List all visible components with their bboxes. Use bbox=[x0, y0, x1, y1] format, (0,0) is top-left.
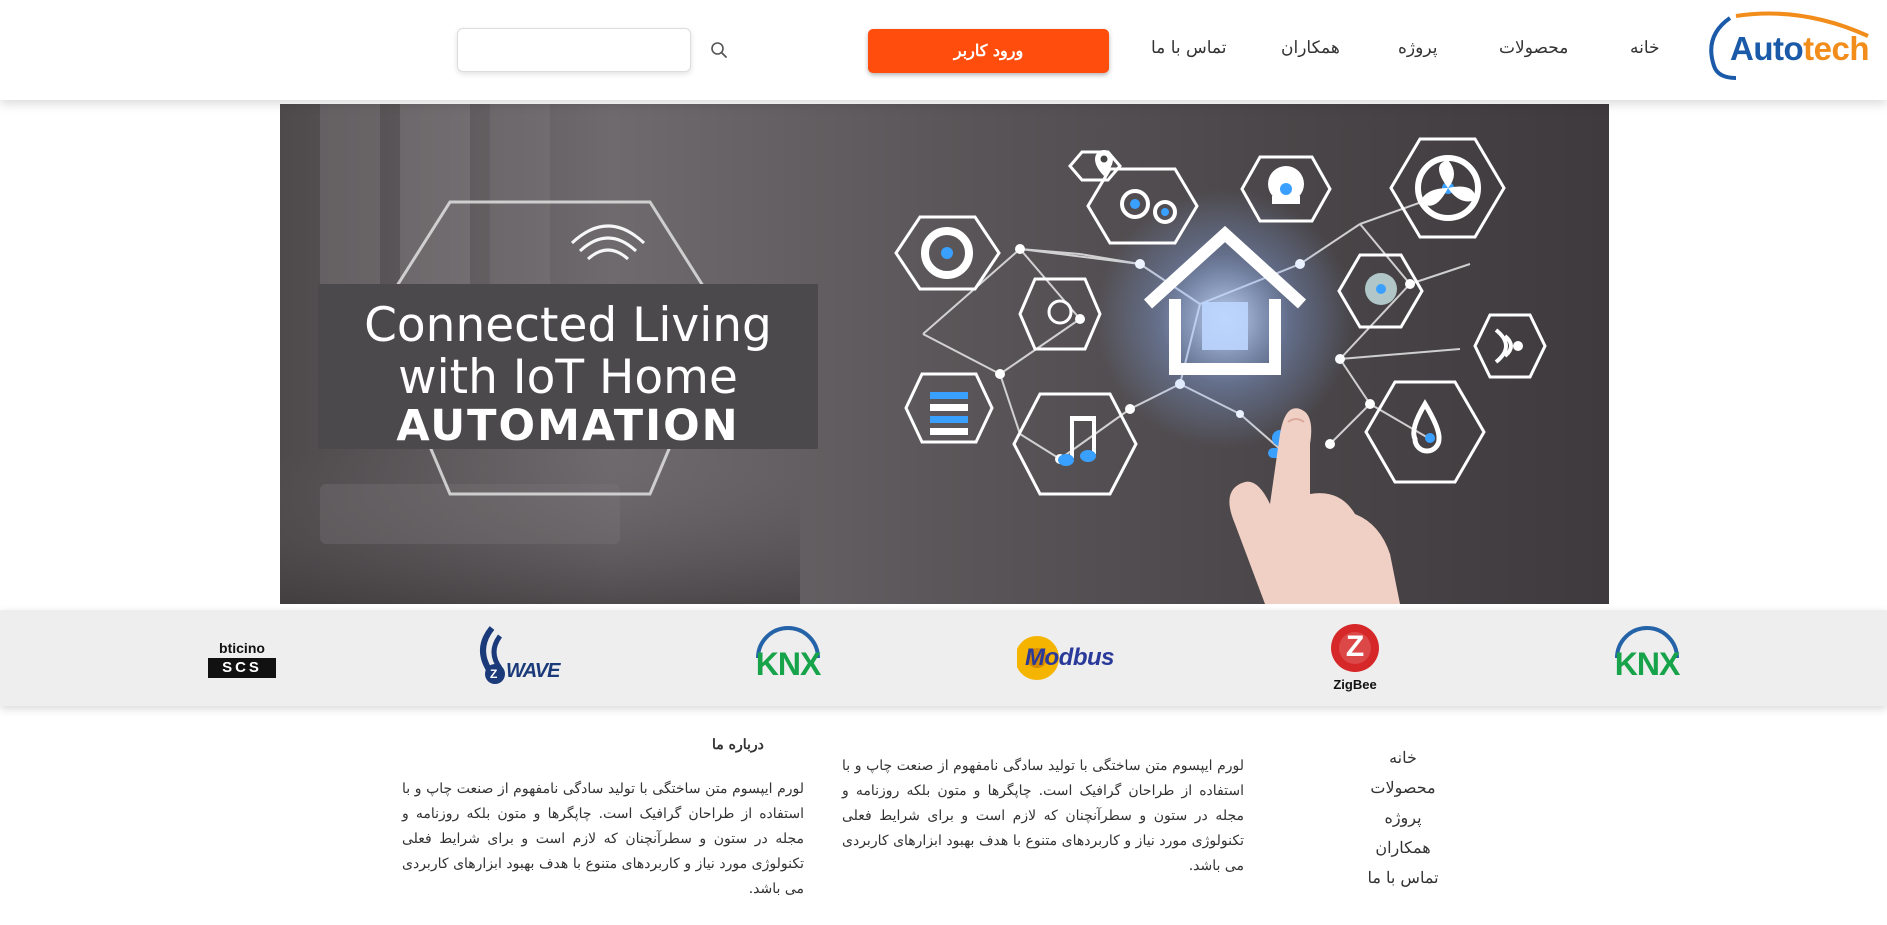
autotech-logo[interactable]: Autotech bbox=[1702, 10, 1870, 82]
site-header: Autotech خانه محصولات پروژه همکاران تماس… bbox=[0, 0, 1887, 100]
about-heading: درباره ما bbox=[712, 737, 764, 753]
nav-projects[interactable]: پروژه bbox=[1398, 38, 1437, 58]
zwave-badge: Z bbox=[490, 667, 498, 681]
nav-contact[interactable]: تماس با ما bbox=[1151, 38, 1227, 58]
knx-label: KNX bbox=[755, 646, 822, 682]
nav-home[interactable]: خانه bbox=[1630, 38, 1660, 58]
partner-bticino-logo[interactable]: bticino SCS bbox=[206, 610, 278, 706]
banner-line-1: Connected Living bbox=[364, 298, 772, 353]
footer-link-home[interactable]: خانه bbox=[1333, 748, 1473, 767]
nav-partners[interactable]: همکاران bbox=[1281, 38, 1340, 58]
partner-zigbee-logo[interactable]: Z ZigBee bbox=[1328, 610, 1382, 706]
partners-strip: bticino SCS Z WAVE KNX Modbus Z ZigBee K… bbox=[0, 610, 1887, 706]
search-input[interactable] bbox=[457, 28, 691, 72]
footer-middle-text: لورم ایپسوم متن ساختگی با تولید سادگی نا… bbox=[842, 758, 1244, 874]
zwave-waves-icon bbox=[480, 626, 505, 684]
about-text: لورم ایپسوم متن ساختگی با تولید سادگی نا… bbox=[402, 781, 804, 897]
banner-title-box: Connected Living with IoT Home AUTOMATIO… bbox=[318, 284, 818, 451]
banner-line-2: with IoT Home bbox=[398, 350, 738, 405]
zigbee-badge: Z bbox=[1345, 630, 1365, 663]
nav-products[interactable]: محصولات bbox=[1499, 38, 1568, 58]
footer-link-projects[interactable]: پروژه bbox=[1333, 808, 1473, 827]
zwave-label: WAVE bbox=[506, 660, 560, 682]
hero-banner: Connected Living with IoT Home AUTOMATIO… bbox=[280, 104, 1609, 604]
footer-link-products[interactable]: محصولات bbox=[1333, 778, 1473, 797]
partner-knx-logo-2[interactable]: KNX bbox=[1609, 610, 1685, 706]
footer-link-partners[interactable]: همکاران bbox=[1333, 838, 1473, 857]
search-icon[interactable] bbox=[710, 41, 728, 59]
login-button[interactable]: ورود کاربر bbox=[868, 29, 1109, 73]
banner-line-3: AUTOMATION bbox=[396, 401, 740, 451]
partner-knx-logo[interactable]: KNX bbox=[750, 610, 826, 706]
knx-label: KNX bbox=[1614, 646, 1681, 682]
logo-text: Autotech bbox=[1730, 30, 1869, 67]
scs-label: SCS bbox=[208, 658, 276, 678]
partner-modbus-logo[interactable]: Modbus bbox=[1017, 610, 1114, 706]
modbus-label: Modbus bbox=[1025, 644, 1114, 671]
bticino-label: bticino bbox=[219, 640, 265, 656]
zigbee-label: ZigBee bbox=[1333, 677, 1377, 692]
footer-link-contact[interactable]: تماس با ما bbox=[1333, 868, 1473, 887]
partner-zwave-logo[interactable]: Z WAVE bbox=[470, 610, 560, 706]
